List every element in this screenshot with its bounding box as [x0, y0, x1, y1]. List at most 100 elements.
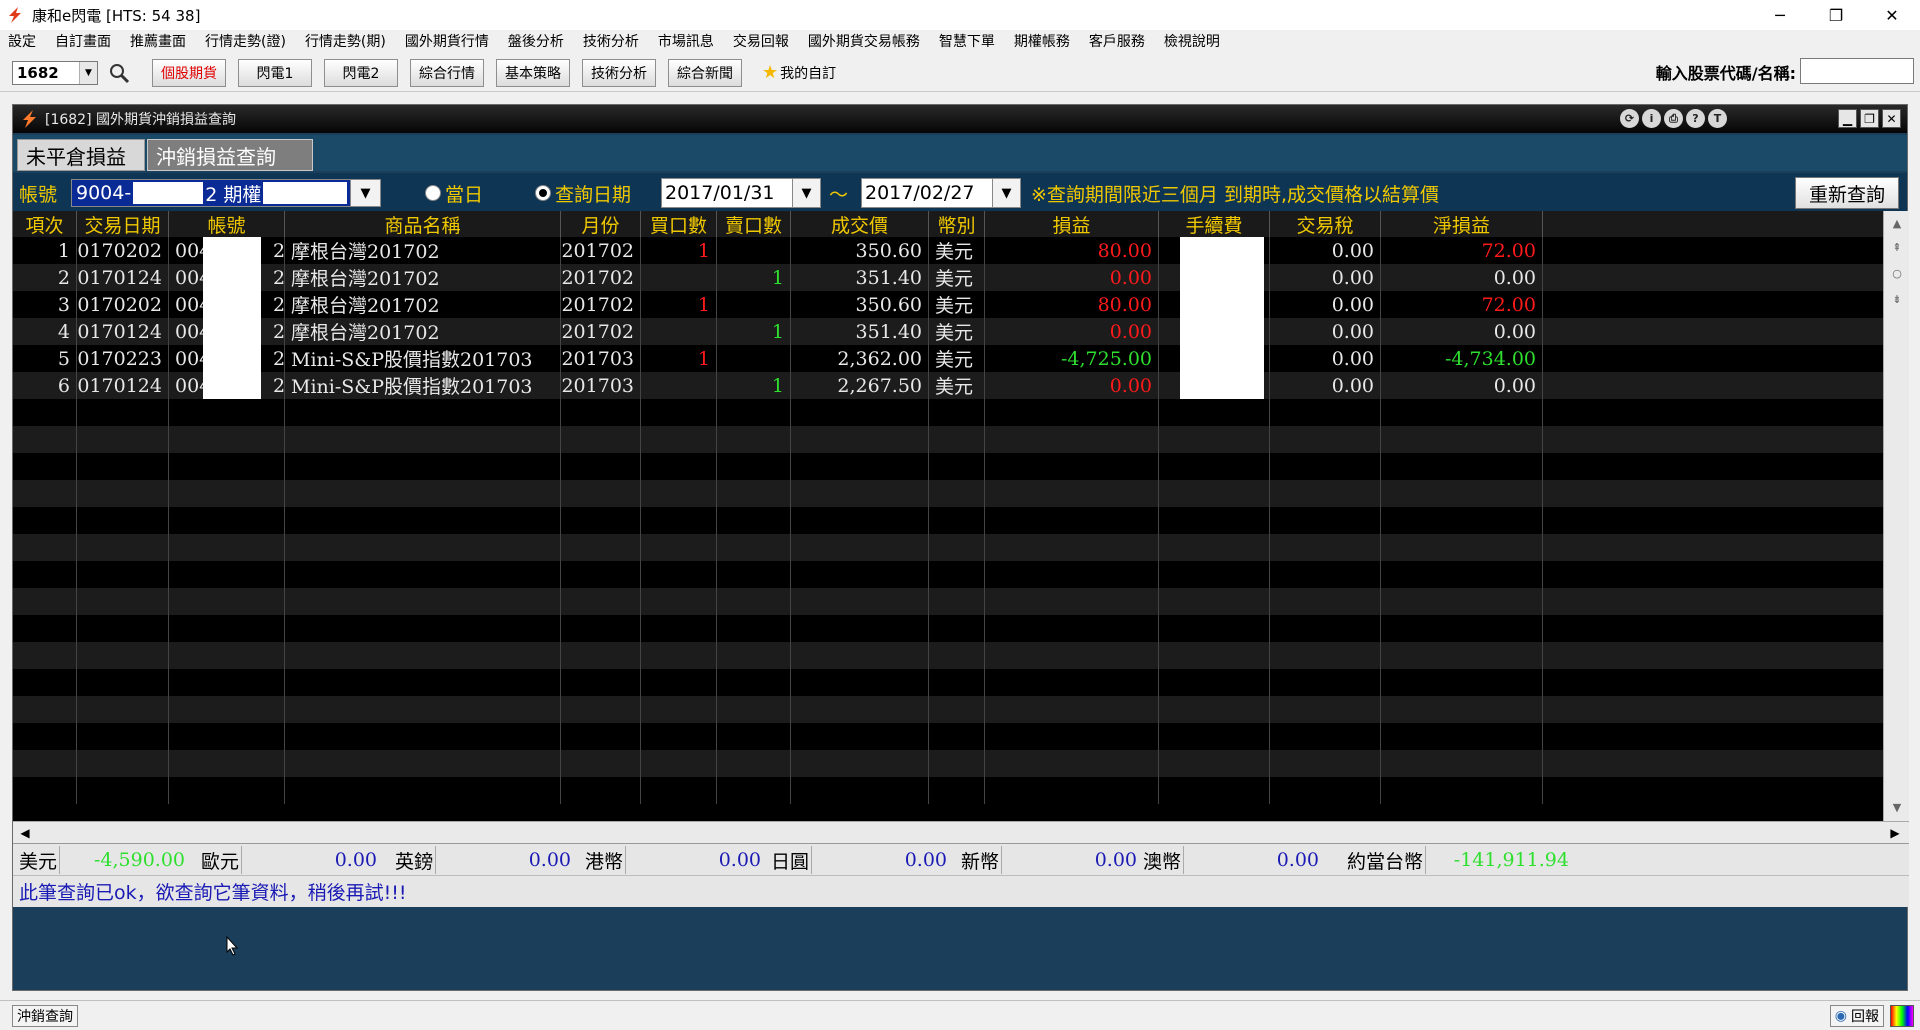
column-header[interactable]: 幣別: [929, 211, 985, 237]
column-header[interactable]: 交易日期: [77, 211, 169, 237]
toolbar-button[interactable]: 綜合新聞: [668, 58, 742, 87]
cell-acct: [169, 453, 285, 480]
menu-item[interactable]: 客戶服務: [1089, 31, 1154, 51]
column-header[interactable]: 項次: [13, 211, 77, 237]
menu-item[interactable]: 推薦畫面: [130, 31, 195, 51]
scroll-home-icon[interactable]: ○: [1887, 263, 1907, 283]
menu-item[interactable]: 國外期貨行情: [405, 31, 498, 51]
restore-icon[interactable]: ❐: [1808, 0, 1864, 30]
report-button[interactable]: ◉ 回報: [1829, 1005, 1884, 1027]
column-header[interactable]: 帳號: [169, 211, 285, 237]
topmost-circle-icon[interactable]: T: [1708, 109, 1727, 128]
scroll-left-icon[interactable]: ◀: [15, 824, 35, 842]
vertical-scrollbar[interactable]: ▲ ⇞ ○ ⇟ ▼: [1883, 211, 1909, 821]
minimize-icon[interactable]: ─: [1752, 0, 1808, 30]
menu-item[interactable]: 自訂畫面: [55, 31, 120, 51]
toolbar-button[interactable]: 閃電1: [238, 58, 312, 87]
column-header[interactable]: 成交價: [791, 211, 929, 237]
menu-item[interactable]: 行情走勢(期): [305, 31, 395, 51]
cell-date: 20170124: [77, 372, 169, 399]
inner-minimize-icon[interactable]: ▁: [1838, 109, 1857, 128]
table-row[interactable]: 220170124004-2摩根台灣2017022017021351.40美元0…: [13, 264, 1883, 291]
cell-price: [791, 615, 929, 642]
toolbar-button[interactable]: 個股期貨: [152, 58, 226, 87]
cell-pl: 80.00: [985, 237, 1159, 264]
info-circle-icon[interactable]: i: [1642, 109, 1661, 128]
column-header[interactable]: 月份: [561, 211, 641, 237]
menu-item[interactable]: 期權帳務: [1014, 31, 1079, 51]
menu-item[interactable]: 技術分析: [583, 31, 648, 51]
column-header[interactable]: 手續費: [1159, 211, 1270, 237]
column-header[interactable]: 損益: [985, 211, 1159, 237]
page-up-icon[interactable]: ⇞: [1887, 237, 1907, 257]
table-row[interactable]: 420170124004-2摩根台灣2017022017021351.40美元0…: [13, 318, 1883, 345]
date-to-field[interactable]: 2017/02/27 ▼: [861, 178, 1021, 208]
column-header[interactable]: 交易稅: [1270, 211, 1381, 237]
toolbar-button[interactable]: 基本策略: [496, 58, 570, 87]
column-header[interactable]: 商品名稱: [285, 211, 561, 237]
tab-offset-pl-query[interactable]: 沖銷損益查詢: [147, 139, 313, 171]
page-down-icon[interactable]: ⇟: [1887, 289, 1907, 309]
table-row[interactable]: 620170124004-2Mini-S&P股價指數20170320170312…: [13, 372, 1883, 399]
inner-maximize-icon[interactable]: ❐: [1860, 109, 1879, 128]
stock-search-input[interactable]: [1800, 58, 1914, 84]
cell-tax: [1270, 480, 1381, 507]
column-header[interactable]: 賣口數: [717, 211, 791, 237]
cell-buy: 1: [641, 291, 717, 318]
account-select[interactable]: 9004- 2 期權 ▼: [71, 179, 381, 207]
requery-button[interactable]: 重新查詢: [1795, 177, 1899, 209]
horizontal-scrollbar[interactable]: ◀ ▶: [13, 821, 1909, 843]
column-header[interactable]: 買口數: [641, 211, 717, 237]
cell-price: [791, 777, 929, 804]
cell-tax: [1270, 723, 1381, 750]
cell-cur: 美元: [929, 372, 985, 399]
code-combo[interactable]: 1682 ▼: [12, 60, 98, 85]
scroll-right-icon[interactable]: ▶: [1885, 824, 1905, 842]
menu-item[interactable]: 行情走勢(證): [205, 31, 295, 51]
tab-open-position-pl[interactable]: 未平倉損益: [17, 139, 145, 171]
cell-price: [791, 723, 929, 750]
toolbar-button[interactable]: 綜合行情: [410, 58, 484, 87]
cell-month: 201702: [561, 264, 641, 291]
color-palette-icon[interactable]: [1890, 1005, 1914, 1027]
radio-date-range[interactable]: 查詢日期: [535, 179, 631, 207]
close-icon[interactable]: ✕: [1864, 0, 1920, 30]
cell-price: [791, 534, 929, 561]
help-circle-icon[interactable]: ?: [1686, 109, 1705, 128]
menu-item[interactable]: 市場訊息: [658, 31, 723, 51]
date-from-field[interactable]: 2017/01/31 ▼: [661, 178, 821, 208]
cell-pl: 0.00: [985, 318, 1159, 345]
chevron-down-icon[interactable]: ▼: [350, 180, 380, 206]
menu-item[interactable]: 檢視說明: [1164, 31, 1229, 51]
menu-item[interactable]: 智慧下單: [939, 31, 1004, 51]
chevron-down-icon[interactable]: ▼: [79, 61, 97, 84]
toolbar-button[interactable]: 閃電2: [324, 58, 398, 87]
cell-pl: [985, 588, 1159, 615]
chevron-down-icon[interactable]: ▼: [992, 179, 1020, 207]
table-row[interactable]: 520170223004-2Mini-S&P股價指數20170320170312…: [13, 345, 1883, 372]
taskbar-offset-query-tab[interactable]: 沖銷查詢: [12, 1005, 78, 1027]
search-icon[interactable]: [104, 59, 134, 87]
menu-item[interactable]: 交易回報: [733, 31, 798, 51]
print-circle-icon[interactable]: ⎙: [1664, 109, 1683, 128]
cell-date: [77, 642, 169, 669]
radio-today-circle[interactable]: [425, 185, 441, 201]
scroll-down-icon[interactable]: ▼: [1887, 797, 1907, 817]
radio-date-range-circle[interactable]: [535, 185, 551, 201]
table-row[interactable]: 120170202004-2摩根台灣2017022017021350.60美元8…: [13, 237, 1883, 264]
chevron-down-icon[interactable]: ▼: [792, 179, 820, 207]
favorites-button[interactable]: ★ 我的自訂: [762, 62, 836, 83]
toolbar-button[interactable]: 技術分析: [582, 58, 656, 87]
radio-today[interactable]: 當日: [425, 179, 483, 207]
cell-tax: 0.00: [1270, 237, 1381, 264]
menu-item[interactable]: 國外期貨交易帳務: [808, 31, 929, 51]
menu-item[interactable]: 盤後分析: [508, 31, 573, 51]
menu-item[interactable]: 設定: [8, 31, 45, 51]
column-header[interactable]: 淨損益: [1381, 211, 1543, 237]
cell-cur: [929, 534, 985, 561]
inner-close-icon[interactable]: ✕: [1882, 109, 1901, 128]
cell-cur: 美元: [929, 264, 985, 291]
refresh-circle-icon[interactable]: ⟳: [1620, 109, 1639, 128]
table-row[interactable]: 320170202004-2摩根台灣2017022017021350.60美元8…: [13, 291, 1883, 318]
scroll-up-icon[interactable]: ▲: [1887, 213, 1907, 233]
